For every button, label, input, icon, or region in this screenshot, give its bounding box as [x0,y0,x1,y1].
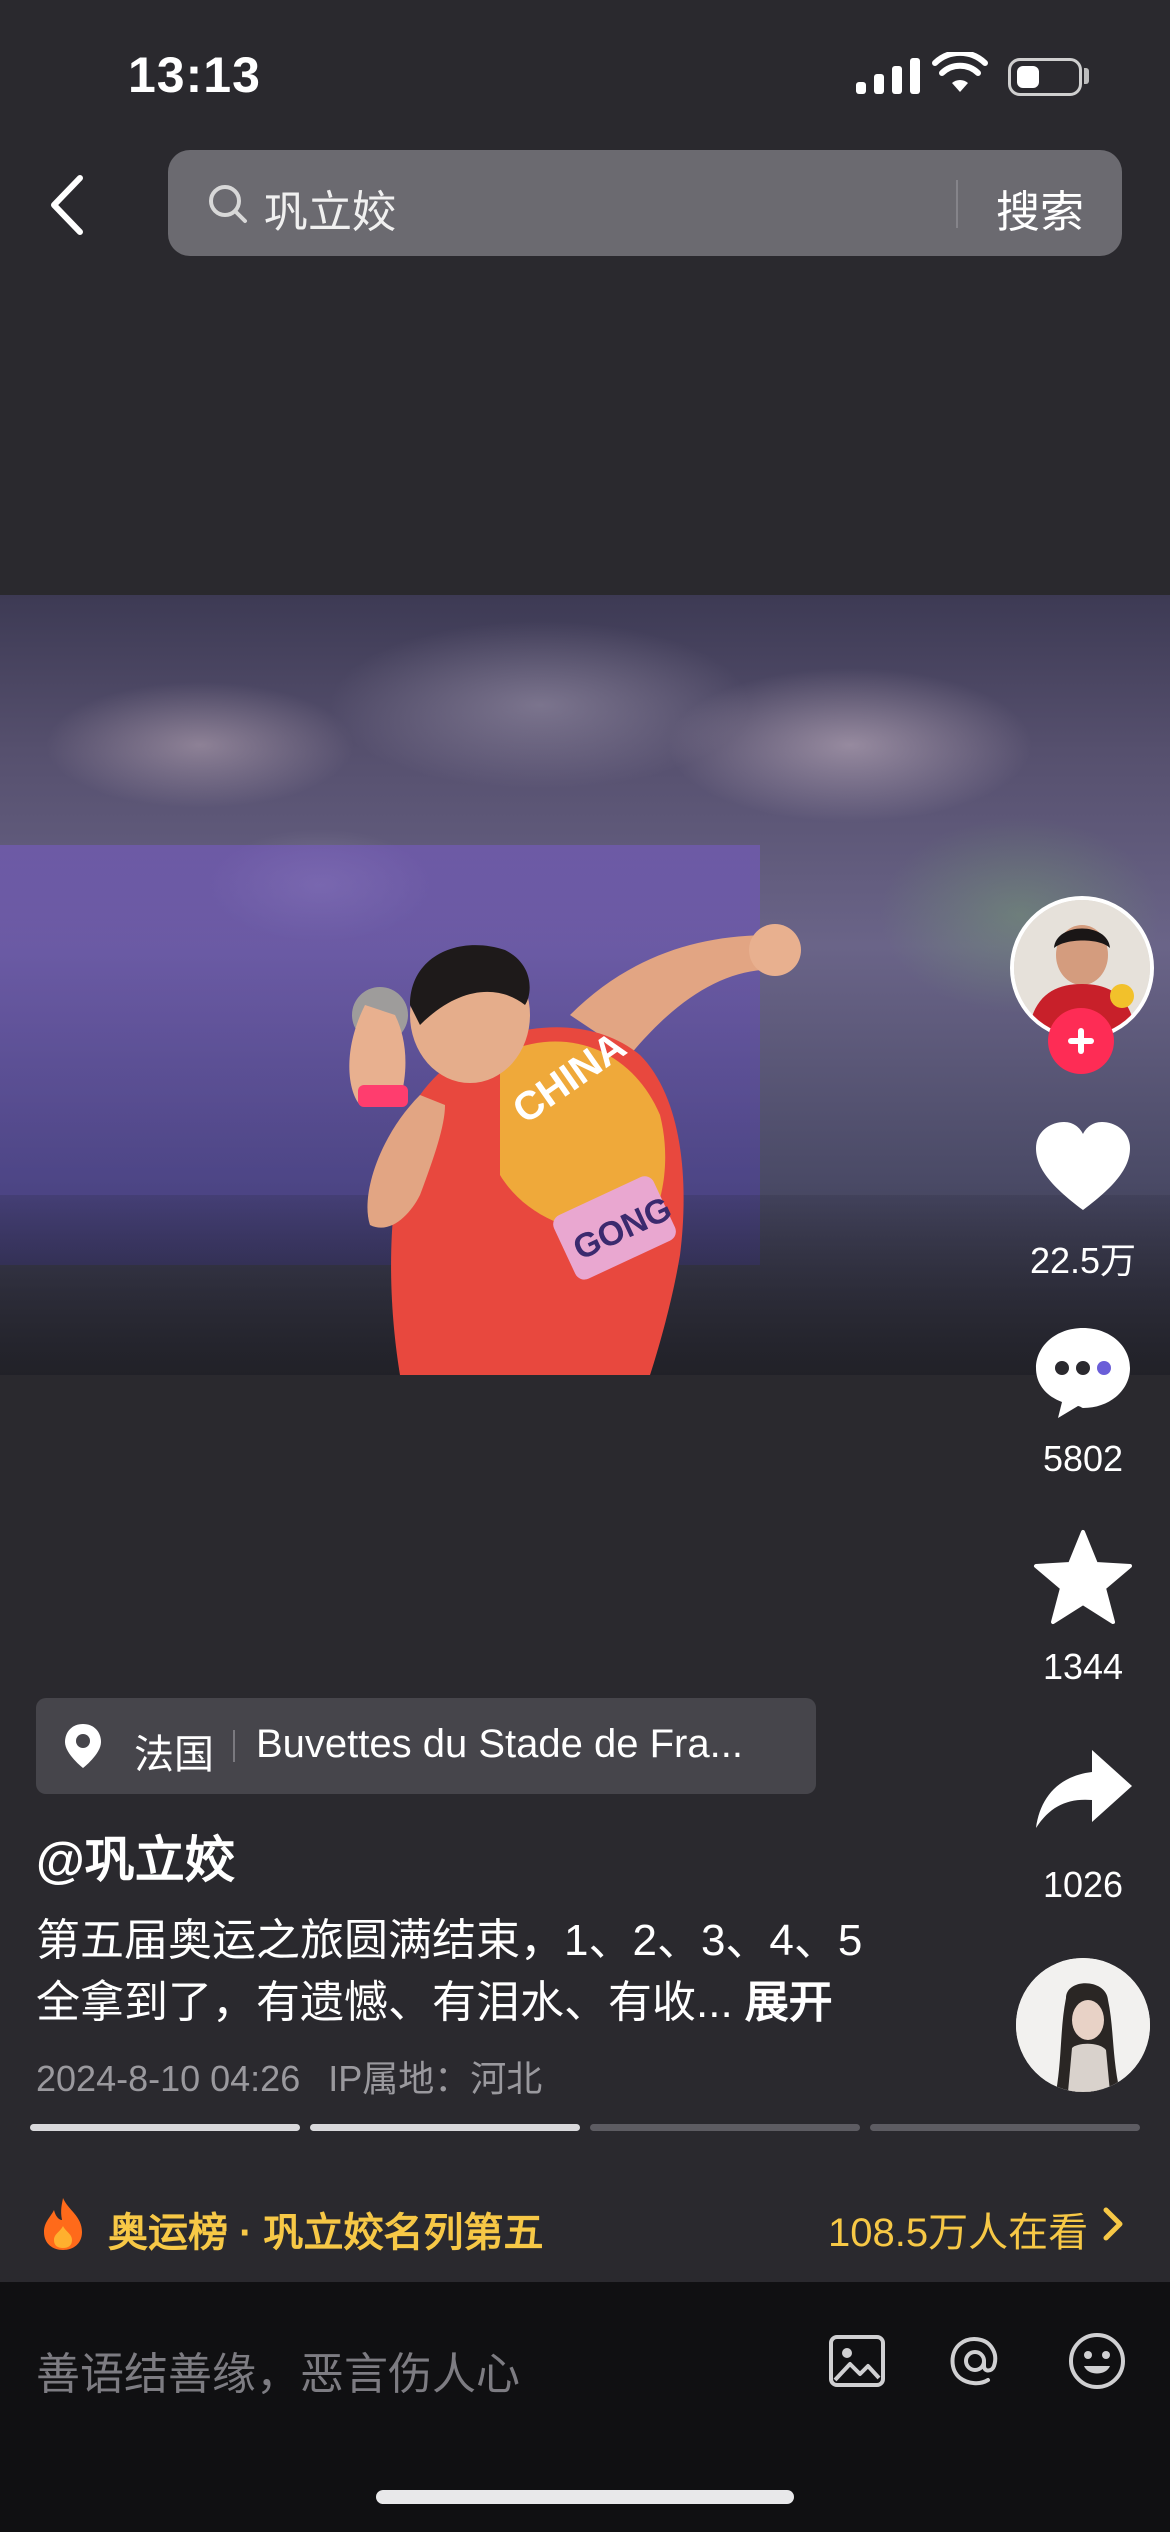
location-chip[interactable]: 法国 Buvettes du Stade de Fra... [36,1698,816,1794]
search-bar[interactable]: 巩立姣 搜索 [168,150,1122,256]
follow-button[interactable] [1048,1008,1114,1074]
search-icon [209,185,247,223]
post-description: 第五届奥运之旅圆满结束，1、2、3、4、5 全拿到了，有遗憾、有泪水、有收...… [36,1910,936,2034]
ranking-label[interactable]: 奥运榜 · 巩立姣名列第五 [108,2200,544,2258]
location-pin-icon [65,1724,101,1768]
location-country: 法国 [134,1733,214,1777]
emoji-icon[interactable] [1066,2330,1128,2392]
athlete-figure: CHINA GONG [349,924,801,1375]
like-count: 22.5万 [1029,1240,1137,1281]
progress-segment [870,2124,1140,2131]
post-date: 2024-8-10 04:26 [36,2058,301,2099]
video-player[interactable]: CHINA GONG [0,595,1170,1375]
comment-input[interactable]: 善语结善缘，恶言伤人心 [36,2338,520,2402]
post-text-line-1: 第五届奥运之旅圆满结束，1、2、3、4、5 [36,1916,863,1965]
comment-bubble-icon[interactable] [1028,1322,1138,1422]
battery-cap [1084,68,1089,84]
author-name[interactable]: @巩立姣 [36,1820,235,1892]
location-divider [233,1730,235,1762]
share-count: 1026 [1042,1864,1124,1905]
favorite-star-icon[interactable] [1028,1528,1138,1628]
carousel-progress [30,2124,1140,2132]
back-button[interactable] [42,170,98,240]
search-divider [956,180,958,228]
flame-icon [44,2198,82,2250]
post-meta: 2024-8-10 04:26 IP属地：河北 [36,2050,542,2102]
home-indicator[interactable] [376,2490,794,2504]
expand-button[interactable]: 展开 [745,1978,833,2027]
mention-at-icon[interactable] [944,2330,1006,2392]
progress-segment [590,2124,860,2131]
cellular-signal-icon [856,58,920,94]
ip-location: IP属地：河北 [328,2058,543,2099]
image-icon[interactable] [826,2330,888,2392]
post-text-line-2: 全拿到了，有遗憾、有泪水、有收... [36,1978,733,2027]
favorite-count: 1344 [1042,1646,1124,1687]
music-disc-avatar[interactable] [1016,1958,1150,2092]
viewer-count[interactable]: 108.5万人在看 [828,2200,1088,2258]
battery-icon [1008,58,1082,96]
location-place: Buvettes du Stade de Fra... [256,1722,743,1766]
share-arrow-icon[interactable] [1028,1742,1138,1842]
comment-count: 5802 [1042,1438,1124,1479]
progress-segment [30,2124,300,2131]
search-input[interactable]: 巩立姣 [264,176,396,240]
wifi-icon [932,52,988,92]
chevron-right-icon[interactable] [1100,2204,1126,2244]
search-button[interactable]: 搜索 [996,176,1084,240]
progress-segment [310,2124,580,2131]
status-time: 13:13 [128,47,261,103]
music-disc-image [1016,1958,1150,2092]
like-heart-icon[interactable] [1028,1118,1138,1218]
